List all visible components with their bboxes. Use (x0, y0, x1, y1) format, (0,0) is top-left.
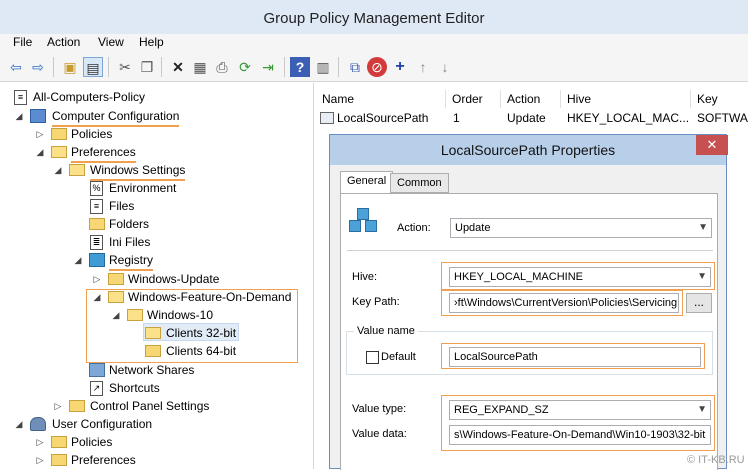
folder-icon (51, 128, 67, 140)
value-type-select[interactable]: REG_EXPAND_SZ ▼ (449, 400, 711, 420)
network-share-icon (89, 363, 105, 377)
dialog-title-bar: LocalSourcePath Properties ✕ (330, 135, 728, 165)
folder-icon (145, 345, 161, 357)
files-icon: ≡ (90, 199, 103, 214)
ini-file-icon: ≣ (90, 235, 103, 250)
properties-icon[interactable]: ▦ (190, 57, 210, 77)
column-header-action[interactable]: Action (501, 90, 561, 108)
menu-help[interactable]: Help (139, 35, 164, 49)
delete-icon[interactable]: ✕ (168, 57, 188, 77)
browse-button[interactable]: ... (686, 293, 712, 313)
keypath-label: Key Path: (352, 296, 400, 308)
user-icon (30, 417, 46, 431)
back-icon[interactable]: ⇦ (6, 57, 26, 77)
default-checkbox[interactable] (366, 351, 379, 364)
hive-label: Hive: (352, 271, 378, 283)
dialog-title: LocalSourcePath Properties (440, 142, 616, 158)
paste-icon[interactable]: ⧉ (345, 57, 365, 77)
folder-open-icon (108, 291, 124, 303)
watermark: © IT-KB.RU (687, 454, 745, 466)
list-item[interactable]: LocalSourcePath (320, 109, 446, 127)
tab-general[interactable]: General (340, 171, 394, 194)
column-header-name[interactable]: Name (316, 90, 446, 108)
folder-icon (69, 400, 85, 412)
hive-select[interactable]: HKEY_LOCAL_MACHINE ▼ (449, 267, 711, 287)
menu-view[interactable]: View (98, 35, 124, 49)
value-data-field[interactable]: s\Windows-Feature-On-Demand\Win10-1903\3… (449, 425, 711, 445)
action-label: Action: (397, 222, 431, 234)
folder-icon (51, 436, 67, 448)
stop-icon[interactable]: ⊘ (367, 57, 387, 77)
list-cell-order: 1 (453, 111, 460, 125)
chevron-down-icon: ▼ (697, 404, 707, 415)
value-name-field[interactable]: LocalSourcePath (449, 347, 701, 367)
forward-icon[interactable]: ⇨ (28, 57, 48, 77)
window-title: Group Policy Management Editor (263, 10, 485, 27)
move-up-icon[interactable]: ↑ (413, 57, 433, 77)
list-cell-key: SOFTWA (697, 111, 748, 125)
value-name-group-label: Value name (354, 325, 418, 337)
move-down-icon[interactable]: ↓ (435, 57, 455, 77)
print-icon[interactable]: ⎙ (212, 57, 232, 77)
folder-open-icon (127, 309, 143, 321)
menu-action[interactable]: Action (47, 35, 80, 49)
list-cell-action: Update (507, 111, 546, 125)
general-tab-panel: Action: Update ▼ Hive: HKEY_LOCAL_MACHINE… (340, 193, 718, 470)
refresh-icon[interactable]: ⟳ (235, 57, 255, 77)
keypath-field[interactable]: ›ft\Windows\CurrentVersion\Policies\Serv… (449, 293, 679, 313)
registry-icon (89, 253, 105, 267)
column-header-hive[interactable]: Hive (561, 90, 691, 108)
view-icon[interactable]: ▥ (313, 57, 333, 77)
tab-common[interactable]: Common (390, 173, 449, 193)
menu-bar: File Action View Help (0, 34, 748, 52)
export-icon[interactable]: ⇥ (258, 57, 278, 77)
copy-icon[interactable]: ❐ (137, 57, 157, 77)
default-label: Default (381, 351, 416, 363)
chevron-down-icon: ▼ (697, 271, 707, 282)
divider (347, 250, 713, 251)
registry-cubes-icon (347, 208, 381, 240)
title-bar: Group Policy Management Editor (0, 0, 748, 34)
shortcut-icon: ↗ (90, 381, 103, 396)
help-icon[interactable]: ? (290, 57, 310, 77)
menu-file[interactable]: File (13, 35, 32, 49)
folder-icon (108, 273, 124, 285)
folder-icon (51, 454, 67, 466)
close-button[interactable]: ✕ (696, 135, 728, 155)
add-icon[interactable]: + (390, 57, 410, 77)
chevron-down-icon: ▼ (698, 222, 708, 233)
value-data-label: Value data: (352, 428, 407, 440)
cut-icon[interactable]: ✂ (115, 57, 135, 77)
registry-value-icon (320, 112, 334, 124)
folder-open-icon (145, 327, 161, 339)
up-folder-icon[interactable]: ▣ (60, 57, 80, 77)
environment-icon: % (90, 181, 103, 196)
list-cell-hive: HKEY_LOCAL_MAC... (567, 111, 690, 125)
folder-open-icon (51, 146, 67, 158)
folder-open-icon (69, 164, 85, 176)
value-type-label: Value type: (352, 403, 407, 415)
action-select[interactable]: Update ▼ (450, 218, 712, 238)
computer-icon (30, 109, 46, 123)
properties-dialog: LocalSourcePath Properties ✕ General Com… (329, 134, 728, 470)
tree-pane: ≡ All-Computers-Policy ◢ Computer Config… (0, 83, 314, 469)
column-header-order[interactable]: Order (446, 90, 501, 108)
show-hide-tree-icon[interactable]: ▤ (83, 57, 103, 77)
toolbar: ⇦ ⇨ ▣ ▤ ✂ ❐ ✕ ▦ ⎙ ⟳ ⇥ ? ▥ ⧉ ⊘ + ↑ ↓ (0, 52, 748, 82)
column-header-key[interactable]: Key (691, 90, 748, 108)
folder-icon (89, 218, 105, 230)
